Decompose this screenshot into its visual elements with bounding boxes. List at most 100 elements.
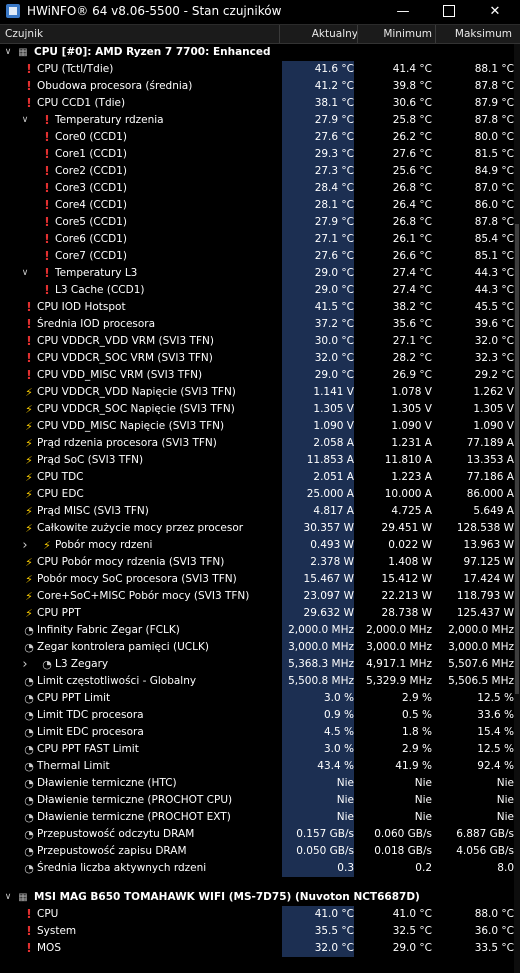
maximum-value: 32.0 °C xyxy=(474,335,514,347)
sensor-row[interactable]: ! CPU 41.0 °C 41.0 °C 88.0 °C xyxy=(0,906,520,923)
current-value: 0.3 xyxy=(282,860,354,877)
thermometer-icon: ! xyxy=(44,130,50,144)
maximum-value: 5,506.5 MHz xyxy=(448,675,514,687)
current-value: 27.6 °C xyxy=(282,129,354,146)
expand-chevron-down-icon[interactable]: ∨ xyxy=(20,265,30,282)
clock-icon: ◔ xyxy=(42,658,52,671)
maximum-value: 3,000.0 MHz xyxy=(448,641,514,653)
sensor-row[interactable]: ! Średnia IOD procesora 37.2 °C 35.6 °C 39.6… xyxy=(0,316,520,333)
current-value: 5,368.3 MHz xyxy=(282,656,354,673)
sensor-row[interactable]: ! Core1 (CCD1) 29.3 °C 27.6 °C 81.5 °C xyxy=(0,146,520,163)
sensor-row[interactable]: ◔ Dławienie termiczne (PROCHOT CPU) Nie Nie… xyxy=(0,792,520,809)
sensor-row[interactable]: ! CPU (Tctl/Tdie) 41.6 °C 41.4 °C 88.1 °C xyxy=(0,61,520,78)
sensor-row[interactable]: › ⚡ Pobór mocy rdzeni 0.493 W 0.022 W 13.963 … xyxy=(0,537,520,554)
maximize-button[interactable] xyxy=(426,0,472,22)
column-header-current[interactable]: Aktualny xyxy=(280,28,358,40)
sensor-row[interactable]: ⚡ Prąd rdzenia procesora (SVI3 TFN) 2.058 … xyxy=(0,435,520,452)
sensor-row[interactable]: ⚡ CPU VDDCR_SOC Napięcie (SVI3 TFN) 1.305 … xyxy=(0,401,520,418)
maximum-value: 81.5 °C xyxy=(474,148,514,160)
sensor-row[interactable]: ∨! Temperatury L3 29.0 °C 27.4 °C 44.3 °C xyxy=(0,265,520,282)
minimum-value: 41.0 °C xyxy=(392,908,432,920)
current-value: 38.1 °C xyxy=(282,95,354,112)
expand-chevron-down-icon[interactable]: ∨ xyxy=(3,44,13,61)
expand-chevron-down-icon[interactable]: ∨ xyxy=(20,112,30,129)
sensor-row[interactable]: ! L3 Cache (CCD1) 29.0 °C 27.4 °C 44.3 °C xyxy=(0,282,520,299)
column-header-sensor[interactable]: Czujnik xyxy=(5,28,43,40)
current-value: 41.2 °C xyxy=(282,78,354,95)
sensor-row[interactable]: ! CPU VDDCR_VDD VRM (SVI3 TFN) 30.0 °C 27.1… xyxy=(0,333,520,350)
sensor-row[interactable]: ! Obudowa procesora (średnia) 41.2 °C 39.8 … xyxy=(0,78,520,95)
minimize-button[interactable]: — xyxy=(380,0,426,22)
minimum-value: Nie xyxy=(414,777,432,789)
sensor-row[interactable]: ⚡ Prąd SoC (SVI3 TFN) 11.853 A 11.810 A 13.3… xyxy=(0,452,520,469)
sensor-label: CPU (Tctl/Tdie) xyxy=(37,63,114,75)
sensor-group-label: CPU [#0]: AMD Ryzen 7 7700: Enhanced xyxy=(34,46,271,58)
thermometer-icon: ! xyxy=(26,79,32,93)
sensor-row[interactable]: ! Core0 (CCD1) 27.6 °C 26.2 °C 80.0 °C xyxy=(0,129,520,146)
sensor-row[interactable]: ⚡ CPU EDC 25.000 A 10.000 A 86.000 A xyxy=(0,486,520,503)
sensor-row[interactable]: ⚡ CPU Pobór mocy rdzenia (SVI3 TFN) 2.378 … xyxy=(0,554,520,571)
sensor-row[interactable]: ⚡ CPU PPT 29.632 W 28.738 W 125.437 W xyxy=(0,605,520,622)
sensor-row[interactable]: ! System 35.5 °C 32.5 °C 36.0 °C xyxy=(0,923,520,940)
column-header-minimum[interactable]: Minimum xyxy=(360,28,432,40)
close-button[interactable]: ✕ xyxy=(472,0,518,22)
sensor-row[interactable]: ⚡ CPU TDC 2.051 A 1.223 A 77.186 A xyxy=(0,469,520,486)
sensor-row[interactable]: ! CPU IOD Hotspot 41.5 °C 38.2 °C 45.5 °C xyxy=(0,299,520,316)
sensor-row[interactable]: ! CPU CCD1 (Tdie) 38.1 °C 30.6 °C 87.9 °C xyxy=(0,95,520,112)
sensor-group-row[interactable]: ∨ ▦ MSI MAG B650 TOMAHAWK WIFI (MS-7D75) (… xyxy=(0,889,520,906)
sensor-label: L3 Zegary xyxy=(55,658,109,670)
expand-chevron-right-icon[interactable]: › xyxy=(20,656,30,673)
vertical-scrollbar[interactable] xyxy=(514,44,520,973)
sensor-row[interactable]: ! Core3 (CCD1) 28.4 °C 26.8 °C 87.0 °C xyxy=(0,180,520,197)
scrollbar-thumb[interactable] xyxy=(515,224,519,694)
current-value: 1.305 V xyxy=(282,401,354,418)
minimum-value: 4,917.1 MHz xyxy=(366,658,432,670)
sensor-row[interactable]: ◔ Infinity Fabric Zegar (FCLK) 2,000.0 MHz… xyxy=(0,622,520,639)
sensor-row[interactable]: ⚡ CPU VDD_MISC Napięcie (SVI3 TFN) 1.090 V… xyxy=(0,418,520,435)
sensor-row[interactable]: ◔ Thermal Limit 43.4 % 41.9 % 92.4 % xyxy=(0,758,520,775)
sensor-label: Średnia IOD procesora xyxy=(37,318,156,330)
clock-icon: ◔ xyxy=(24,692,34,705)
sensor-row[interactable]: ◔ Limit TDC procesora 0.9 % 0.5 % 33.6 % xyxy=(0,707,520,724)
sensor-row[interactable]: ! MOS 32.0 °C 29.0 °C 33.5 °C xyxy=(0,940,520,957)
sensor-row[interactable]: ◔ Limit EDC procesora 4.5 % 1.8 % 15.4 % xyxy=(0,724,520,741)
sensor-row[interactable]: ! Core2 (CCD1) 27.3 °C 25.6 °C 84.9 °C xyxy=(0,163,520,180)
clock-icon: ◔ xyxy=(24,675,34,688)
sensor-row[interactable]: ⚡ Całkowite zużycie mocy przez procesor 30… xyxy=(0,520,520,537)
column-header-maximum[interactable]: Maksimum xyxy=(436,28,512,40)
maximum-value: 29.2 °C xyxy=(474,369,514,381)
sensor-row[interactable]: ◔ Przepustowość zapisu DRAM 0.050 GB/s 0.01… xyxy=(0,843,520,860)
sensor-row[interactable]: ∨! Temperatury rdzenia 27.9 °C 25.8 °C 87.8 … xyxy=(0,112,520,129)
sensor-row[interactable]: ! CPU VDDCR_SOC VRM (SVI3 TFN) 32.0 °C 28.2… xyxy=(0,350,520,367)
sensor-row[interactable]: ! Core5 (CCD1) 27.9 °C 26.8 °C 87.8 °C xyxy=(0,214,520,231)
sensor-row[interactable]: ◔ Zegar kontrolera pamięci (UCLK) 3,000.0 … xyxy=(0,639,520,656)
current-value: 28.1 °C xyxy=(282,197,354,214)
sensor-row[interactable]: ! Core6 (CCD1) 27.1 °C 26.1 °C 85.4 °C xyxy=(0,231,520,248)
sensor-row[interactable]: ◔ CPU PPT Limit 3.0 % 2.9 % 12.5 % xyxy=(0,690,520,707)
lightning-icon: ⚡ xyxy=(25,437,33,450)
sensor-row[interactable]: ! CPU VDD_MISC VRM (SVI3 TFN) 29.0 °C 26.9 … xyxy=(0,367,520,384)
sensor-row[interactable]: ⚡ CPU VDDCR_VDD Napięcie (SVI3 TFN) 1.141 … xyxy=(0,384,520,401)
sensor-row[interactable]: ! Core7 (CCD1) 27.6 °C 26.6 °C 85.1 °C xyxy=(0,248,520,265)
minimum-value: 28.2 °C xyxy=(392,352,432,364)
expand-chevron-down-icon[interactable]: ∨ xyxy=(3,889,13,906)
sensor-row[interactable]: ◔ Limit częstotliwości - Globalny 5,500.8 … xyxy=(0,673,520,690)
sensor-row[interactable]: › ◔ L3 Zegary 5,368.3 MHz 4,917.1 MHz 5,507.6… xyxy=(0,656,520,673)
current-value: 15.467 W xyxy=(282,571,354,588)
maximum-value: 86.0 °C xyxy=(474,199,514,211)
expand-chevron-right-icon[interactable]: › xyxy=(20,537,30,554)
sensor-row[interactable]: ◔ Średnia liczba aktywnych rdzeni 0.3 0.2 8.… xyxy=(0,860,520,877)
sensor-row[interactable]: ◔ Dławienie termiczne (HTC) Nie Nie Nie xyxy=(0,775,520,792)
minimum-value: 25.6 °C xyxy=(392,165,432,177)
sensor-row[interactable]: ◔ Przepustowość odczytu DRAM 0.157 GB/s 0.0… xyxy=(0,826,520,843)
thermometer-icon: ! xyxy=(26,62,32,76)
sensor-row[interactable]: ⚡ Pobór mocy SoC procesora (SVI3 TFN) 15.4… xyxy=(0,571,520,588)
sensor-row[interactable]: ⚡ Core+SoC+MISC Pobór mocy (SVI3 TFN) 23.0… xyxy=(0,588,520,605)
sensor-row[interactable]: ◔ CPU PPT FAST Limit 3.0 % 2.9 % 12.5 % xyxy=(0,741,520,758)
sensor-row[interactable]: ! Core4 (CCD1) 28.1 °C 26.4 °C 86.0 °C xyxy=(0,197,520,214)
sensor-row[interactable]: ◔ Dławienie termiczne (PROCHOT EXT) Nie Nie… xyxy=(0,809,520,826)
sensor-group-row[interactable]: ∨ ▦ CPU [#0]: AMD Ryzen 7 7700: Enhanced xyxy=(0,44,520,61)
sensor-row[interactable]: ⚡ Prąd MISC (SVI3 TFN) 4.817 A 4.725 A 5.649… xyxy=(0,503,520,520)
maximum-value: 85.4 °C xyxy=(474,233,514,245)
lightning-icon: ⚡ xyxy=(25,505,33,518)
